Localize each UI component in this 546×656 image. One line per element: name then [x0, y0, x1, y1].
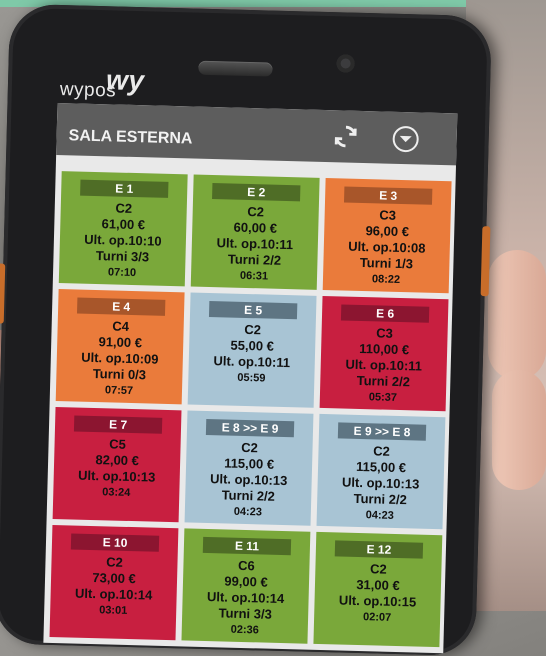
dropdown-icon[interactable] [392, 125, 420, 153]
table-name: E 9 >> E 8 [337, 422, 427, 441]
earpiece-speaker [198, 60, 273, 77]
elapsed-time: 06:31 [239, 269, 269, 283]
table-name: E 5 [208, 301, 298, 320]
table-tile[interactable]: E 4 C4 91,00 € Ult. op.10:09 Turni 0/3 07:57 [55, 289, 185, 405]
finger-right-2 [492, 370, 546, 490]
brand-logo-mark: wy [105, 64, 145, 97]
table-tile[interactable]: E 6 C3 110,00 € Ult. op.10:11 Turni 2/2 05:37 [319, 295, 449, 412]
table-name: E 2 [212, 183, 301, 202]
sync-icon[interactable] [331, 122, 360, 151]
title-bar: SALA ESTERNA [56, 102, 458, 166]
phone-device: wypos wy SALA ESTERNA E 1 C2 61,00 € Ult. o… [0, 3, 492, 656]
table-tile[interactable]: E 9 >> E 8 C2 115,00 € Ult. op.10:13 Turni 2… [316, 413, 446, 530]
table-tile[interactable]: E 11 C6 99,00 € Ult. op.10:14 Turni 3/3 02:36 [181, 528, 311, 644]
elapsed-time: 07:57 [104, 384, 134, 398]
table-name: E 10 [70, 533, 160, 552]
elapsed-time: 03:24 [102, 486, 131, 500]
table-name: E 12 [334, 540, 424, 559]
table-tile[interactable]: E 8 >> E 9 C2 115,00 € Ult. op.10:13 Turni 2… [184, 410, 314, 526]
table-name: E 4 [76, 297, 166, 316]
table-tile[interactable]: E 3 C3 96,00 € Ult. op.10:08 Turni 1/3 08:22 [322, 178, 452, 294]
table-name: E 6 [340, 304, 430, 323]
table-name: E 3 [343, 186, 433, 205]
table-tile[interactable]: E 5 C2 55,00 € Ult. op.10:11 05:59 [187, 292, 317, 408]
app-screen: SALA ESTERNA E 1 C2 61,00 € Ult. op.10:10 Tu… [43, 102, 458, 654]
table-name: E 11 [202, 536, 292, 556]
table-tile[interactable]: E 2 C2 60,00 € Ult. op.10:11 Turni 2/2 06:31 [190, 174, 320, 290]
table-name: E 1 [80, 179, 169, 198]
elapsed-time: 04:23 [365, 509, 395, 522]
front-camera [336, 54, 355, 73]
side-button-left [0, 263, 6, 324]
table-tile[interactable]: E 1 C2 61,00 € Ult. op.10:10 Turni 3/3 07:10 [58, 171, 188, 287]
table-name: E 8 >> E 9 [205, 418, 295, 438]
elapsed-time: 05:59 [237, 371, 266, 385]
elapsed-time: 08:22 [371, 273, 401, 286]
elapsed-time: 02:36 [230, 623, 259, 637]
table-tile[interactable]: E 10 C2 73,00 € Ult. op.10:14 03:01 [49, 524, 179, 641]
table-tile[interactable]: E 7 C5 82,00 € Ult. op.10:13 03:24 [52, 407, 182, 523]
table-name: E 7 [73, 415, 163, 434]
table-tile[interactable]: E 12 C2 31,00 € Ult. op.10:15 02:07 [313, 531, 443, 648]
finger-right-1 [488, 250, 546, 380]
page-title: SALA ESTERNA [68, 127, 193, 148]
brand-logo: wypos wy [60, 64, 145, 102]
elapsed-time: 07:10 [107, 266, 137, 280]
elapsed-time: 04:23 [233, 505, 263, 519]
elapsed-time: 05:37 [368, 391, 398, 404]
